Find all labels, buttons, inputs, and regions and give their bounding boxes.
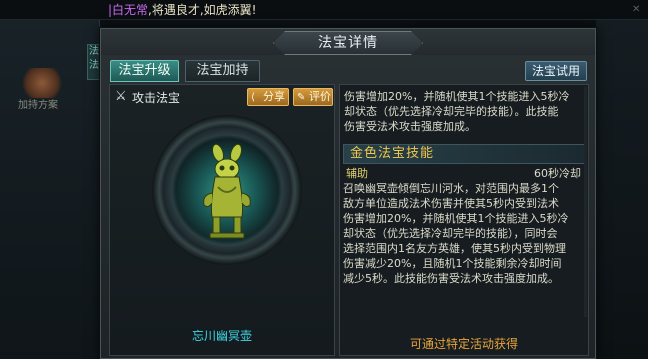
treasure-type-label: 攻击法宝 [132,91,181,105]
desc-line: 伤害受法术攻击强度加成。 [344,120,476,133]
chat-message: ,将遇良才,如虎添翼! [148,3,257,17]
right-side-panel [596,20,648,359]
dialog-title: 法宝详情 [318,35,378,51]
details-scrollbar[interactable] [584,87,587,317]
skill-type: 辅助 [346,167,368,180]
share-button[interactable]: ⟨ 分享 [247,88,289,106]
treasure-name: 忘川幽冥壶 [191,329,252,343]
skill-line: 伤害减少20%，且随机1个技能剩余冷却时间 [343,257,562,270]
background-tab[interactable]: 法法 [87,44,101,80]
edit-icon: ✎ [297,92,306,103]
share-button-label: 分享 [263,90,285,103]
skill-cooldown: 60秒冷却 [534,167,581,180]
skill-line: 却状态（优先选择冷却完毕的技能），同时会 [343,227,558,240]
treasure-details-pane[interactable]: 伤害增加20%，并随机使其1个技能进入5秒冷 却状态（优先选择冷却完毕的技能）。… [339,84,589,356]
tab-treasure-upgrade[interactable]: 法宝升级 [110,60,179,82]
close-icon[interactable]: ✕ [632,5,642,15]
review-button[interactable]: ✎ 评价 [293,88,333,106]
skill-line: 召唤幽冥壶倾倒忘川河水，对范围内最多1个 [343,182,559,195]
skill-line: 伤害增加20%，并随机使其1个技能进入5秒冷 [343,212,569,225]
review-button-label: 评价 [309,90,331,103]
treasure-trial-button[interactable]: 法宝试用 [525,61,587,81]
treasure-preview-pane: ⚔ 攻击法宝 ⟨ 分享 ✎ 评价 忘川幽冥壶 [109,84,335,356]
skill-line: 选择范围内1名友方英雄，使其5秒内受到物理 [343,242,566,255]
acquire-hint: 可通过特定活动获得 [409,337,518,351]
chat-sender: |白无常 [108,3,149,17]
treasure-pot-image [203,143,251,239]
clipped-line [344,85,584,89]
side-menu-label: 加持方案 [18,100,58,111]
chat-broadcast-bar: |白无常,将遇良才,如虎添翼! ✕ [0,0,648,20]
treasure-detail-dialog: 法宝详情 法宝升级 法宝加持 法宝试用 ⚔ 攻击法宝 ⟨ 分享 ✎ 评价 忘川幽… [100,28,596,359]
skill-line: 敌方单位造成法术伤害并使其5秒内受到法术 [343,197,559,210]
desc-line: 伤害增加20%，并随机使其1个技能进入5秒冷 [344,90,570,103]
tab-treasure-attach[interactable]: 法宝加持 [185,60,260,82]
skill-meta-row: 辅助 60秒冷却 [343,166,585,182]
skill-description: 召唤幽冥壶倾倒忘川河水，对范围内最多1个 敌方单位造成法术伤害并使其5秒内受到法… [343,181,587,286]
desc-line: 却状态（优先选择冷却完毕的技能）。此技能 [344,105,559,118]
skill-line: 减少5秒。此技能伤害受法术攻击强度加成。 [343,272,559,285]
gold-skill-section-title: 金色法宝技能 [343,144,585,164]
crossed-swords-icon: ⚔ [115,89,127,104]
scroll-bundle-icon[interactable] [20,68,64,98]
share-icon: ⟨ [251,92,255,103]
upgrade-description: 伤害增加20%，并随机使其1个技能进入5秒冷 却状态（优先选择冷却完毕的技能）。… [344,85,584,134]
